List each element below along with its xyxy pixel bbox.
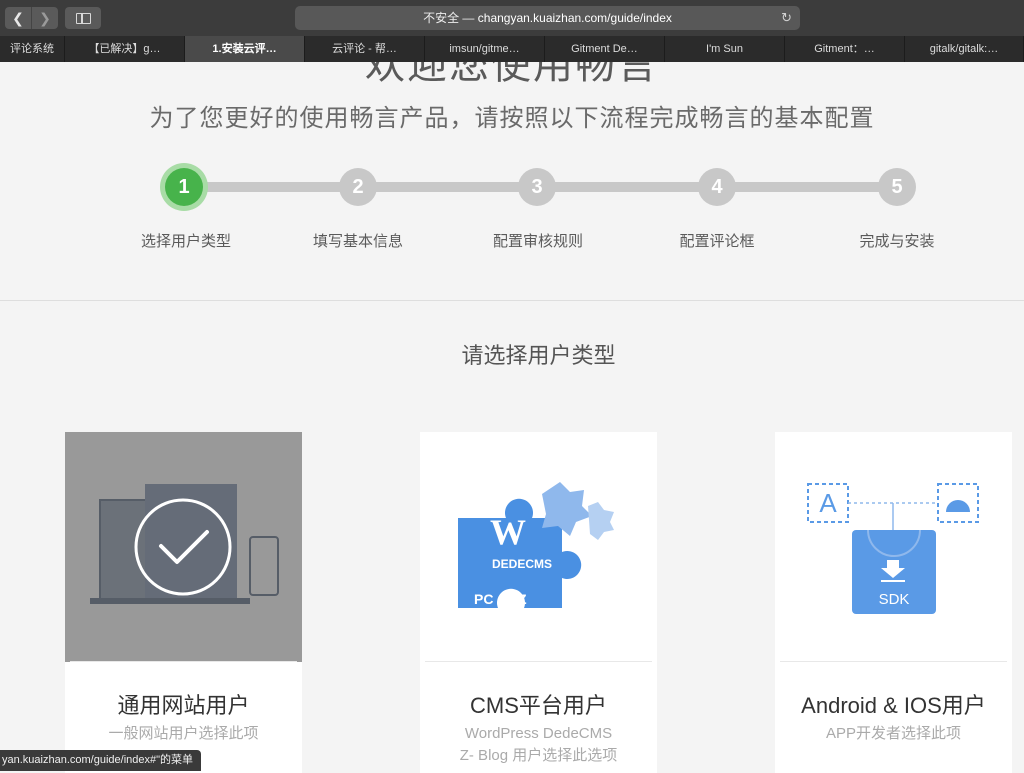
- url-insecure-label: 不安全 —: [423, 11, 478, 25]
- page-content: 欢迎您使用畅言 为了您更好的使用畅言产品，请按照以下流程完成畅言的基本配置 1 …: [0, 62, 1024, 773]
- sidebar-toggle-button[interactable]: [65, 7, 101, 29]
- tab-item[interactable]: 云评论 - 帮…: [305, 36, 425, 62]
- step-1-circle: 1: [165, 168, 203, 206]
- tab-item-active[interactable]: 1.安装云评…: [185, 36, 305, 62]
- step-1-label: 选择用户类型: [140, 233, 231, 250]
- tab-item[interactable]: 评论系统: [0, 36, 65, 62]
- step-4-circle: 4: [698, 168, 736, 206]
- browser-toolbar: ❮ ❯ 不安全 — changyan.kuaizhan.com/guide/in…: [0, 0, 1024, 36]
- tab-item[interactable]: Gitment De…: [545, 36, 665, 62]
- step-3-circle: 3: [518, 168, 556, 206]
- url-host: changyan.kuaizhan.com/guide/index: [477, 11, 672, 25]
- card-separator: [425, 661, 652, 662]
- step-5-label: 完成与安装: [859, 233, 935, 250]
- step-4-label: 配置评论框: [679, 233, 755, 250]
- page-subtitle: 为了您更好的使用畅言产品，请按照以下流程完成畅言的基本配置: [149, 105, 875, 132]
- status-bar-url: yan.kuaizhan.com/guide/index#"的菜单: [0, 750, 202, 771]
- selected-overlay: [65, 432, 302, 662]
- chevron-right-icon: ❯: [39, 10, 51, 26]
- card-description: APP开发者选择此项: [825, 725, 961, 742]
- card-description-line: Z- Blog 用户选择此选项: [459, 747, 618, 764]
- checkmark-icon: [134, 498, 232, 596]
- tab-item[interactable]: imsun/gitme…: [425, 36, 545, 62]
- address-bar[interactable]: 不安全 — changyan.kuaizhan.com/guide/index …: [295, 6, 800, 30]
- tab-item[interactable]: gitalk/gitalk:…: [905, 36, 1024, 62]
- chevron-left-icon: ❮: [12, 10, 24, 26]
- dedecms-logo: DEDECMS: [492, 557, 552, 571]
- step-3-label: 配置审核规则: [492, 233, 583, 250]
- section-divider: [0, 300, 1024, 301]
- tab-bar: 评论系统 【已解决】g… 1.安装云评… 云评论 - 帮… imsun/gitm…: [0, 36, 1024, 62]
- sdk-illustration: A SDK: [775, 432, 1012, 662]
- z-blog-logo: Z: [518, 591, 527, 607]
- card-description: WordPress DedeCMS Z- Blog 用户选择此选项: [420, 723, 657, 767]
- card-general-website[interactable]: 通用网站用户 一般网站用户选择此项: [65, 432, 302, 773]
- pc-logo: PC: [474, 591, 493, 607]
- cms-illustration: W DEDECMS PC Z: [420, 432, 657, 662]
- reload-icon[interactable]: ↻: [781, 6, 792, 30]
- tab-item[interactable]: Gitment：…: [785, 36, 905, 62]
- card-title: CMS平台用户: [470, 693, 607, 718]
- android-icon: [946, 500, 970, 512]
- sdk-diagram: A SDK: [807, 483, 979, 614]
- card-description: 一般网站用户选择此项: [108, 725, 259, 742]
- card-android-ios[interactable]: A SDK Android & IOS用户 APP开发者选择此项: [775, 432, 1012, 773]
- wordpress-logo: W: [490, 512, 526, 552]
- card-cms-platform[interactable]: W DEDECMS PC Z CMS平台用户 WordPress DedeCMS…: [420, 432, 657, 773]
- card-title: Android & IOS用户: [801, 693, 986, 718]
- card-title: 通用网站用户: [117, 693, 250, 718]
- step-5-circle: 5: [878, 168, 916, 206]
- puzzle-icon: W DEDECMS PC Z: [458, 482, 614, 608]
- step-2-label: 填写基本信息: [312, 233, 403, 250]
- app-store-icon: A: [819, 488, 837, 518]
- tab-item[interactable]: 【已解决】g…: [65, 36, 185, 62]
- tab-item[interactable]: I'm Sun: [665, 36, 785, 62]
- card-separator: [70, 661, 297, 662]
- step-2-circle: 2: [339, 168, 377, 206]
- sdk-label: SDK: [879, 591, 910, 608]
- back-button[interactable]: ❮: [5, 7, 31, 29]
- page-title: 欢迎您使用畅言: [365, 62, 659, 87]
- section-title: 请选择用户类型: [461, 343, 616, 368]
- card-separator: [780, 661, 1007, 662]
- card-description-line: WordPress DedeCMS: [464, 725, 613, 742]
- forward-button[interactable]: ❯: [31, 7, 58, 29]
